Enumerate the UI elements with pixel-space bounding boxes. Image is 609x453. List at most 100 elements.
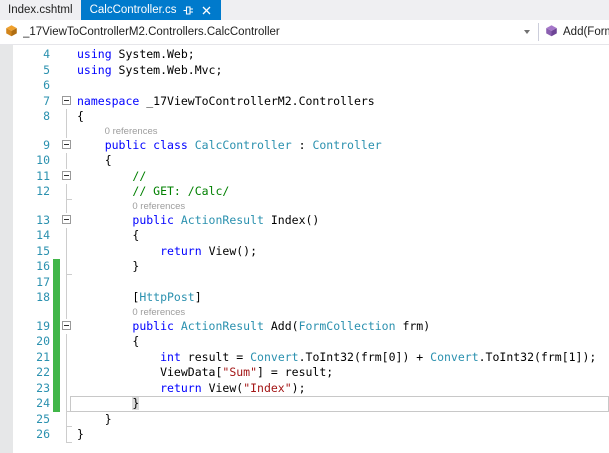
- code-line[interactable]: 13 public ActionResult Index(): [0, 213, 609, 229]
- code-token: FormCollection: [298, 318, 396, 333]
- change-indicator: [53, 244, 60, 260]
- code-line[interactable]: 15 return View();: [0, 243, 609, 260]
- outlining-margin: [60, 274, 74, 291]
- navigation-bar: _17ViewToControllerM2.Controllers.CalcCo…: [0, 20, 609, 45]
- code-text[interactable]: using System.Web;: [74, 47, 609, 63]
- code-line[interactable]: 9 public class CalcController : Controll…: [0, 138, 609, 154]
- tab-calccontroller-cs[interactable]: CalcController.cs: [80, 0, 222, 20]
- code-line[interactable]: 5 using System.Web.Mvc;: [0, 63, 609, 79]
- code-line[interactable]: 18 [HttpPost]: [0, 290, 609, 306]
- code-text[interactable]: return View();: [74, 244, 609, 260]
- code-line[interactable]: 17: [0, 274, 609, 291]
- tab-index-cshtml[interactable]: Index.cshtml: [0, 0, 81, 20]
- code-text[interactable]: public class CalcController : Controller: [74, 138, 609, 154]
- collapse-toggle-icon[interactable]: [62, 96, 71, 106]
- code-text[interactable]: public ActionResult Add(FormCollection f…: [74, 319, 609, 335]
- code-line[interactable]: 19 public ActionResult Add(FormCollectio…: [0, 318, 609, 335]
- code-line[interactable]: 12 // GET: /Calc/: [0, 184, 609, 200]
- change-indicator: [53, 334, 60, 350]
- code-text[interactable]: {: [74, 334, 609, 350]
- code-text[interactable]: {: [74, 153, 609, 169]
- code-text[interactable]: // GET: /Calc/: [74, 184, 609, 200]
- line-number: 20: [36, 334, 50, 348]
- code-text[interactable]: //: [74, 169, 609, 185]
- code-line[interactable]: 14 {: [0, 228, 609, 244]
- collapse-toggle-icon[interactable]: [62, 171, 71, 181]
- change-indicator: [53, 125, 60, 138]
- code-line[interactable]: 8{: [0, 109, 609, 125]
- line-number: 26: [36, 427, 50, 441]
- line-number: 15: [36, 243, 50, 258]
- code-text[interactable]: }: [74, 396, 609, 412]
- code-text[interactable]: namespace _17ViewToControllerM2.Controll…: [74, 94, 609, 110]
- line-number: 4: [43, 47, 50, 61]
- code-line[interactable]: 7 namespace _17ViewToControllerM2.Control…: [0, 94, 609, 110]
- code-line[interactable]: 23 return View("Index");: [0, 380, 609, 397]
- codelens-references[interactable]: 0 references: [74, 200, 609, 213]
- chevron-down-icon[interactable]: [524, 30, 530, 34]
- code-line[interactable]: 6: [0, 78, 609, 94]
- code-line[interactable]: 16 }: [0, 259, 609, 275]
- code-token: //: [132, 168, 147, 183]
- code-text[interactable]: ViewData["Sum"] = result;: [74, 365, 609, 381]
- outlining-margin: [60, 319, 74, 335]
- code-token: _17ViewToControllerM2.Controllers: [146, 93, 375, 108]
- code-text[interactable]: [HttpPost]: [74, 290, 609, 306]
- code-line[interactable]: 11 //: [0, 169, 609, 185]
- collapse-toggle-icon[interactable]: [62, 215, 71, 225]
- close-icon[interactable]: [201, 5, 212, 16]
- line-number: 7: [43, 93, 50, 108]
- code-line[interactable]: 22 ViewData["Sum"] = result;: [0, 365, 609, 381]
- code-text[interactable]: }: [74, 259, 609, 275]
- code-line[interactable]: 20 {: [0, 334, 609, 350]
- outlining-margin: [60, 427, 74, 443]
- code-text[interactable]: }: [74, 427, 609, 443]
- code-line[interactable]: 24 }: [0, 396, 609, 412]
- codelens-references[interactable]: 0 references: [74, 306, 609, 319]
- code-text[interactable]: return View("Index");: [74, 381, 609, 397]
- code-token: [: [77, 290, 140, 304]
- outlining-margin: [60, 365, 74, 381]
- code-text[interactable]: }: [74, 412, 609, 428]
- pin-icon[interactable]: [183, 5, 194, 16]
- code-line[interactable]: 25 }: [0, 411, 609, 428]
- line-number: 6: [43, 78, 50, 92]
- code-text[interactable]: public ActionResult Index(): [74, 213, 609, 229]
- code-text[interactable]: {: [74, 228, 609, 244]
- collapse-toggle-icon[interactable]: [62, 321, 71, 331]
- code-token: ] = result;: [257, 365, 334, 379]
- change-indicator: [53, 213, 60, 229]
- member-selector-dropdown[interactable]: Add(Form: [539, 20, 609, 44]
- code-text[interactable]: {: [74, 109, 609, 125]
- codelens-row[interactable]: 0 references: [0, 199, 609, 213]
- code-editor[interactable]: 4 using System.Web; 5 using System.Web.Mvc;…: [0, 45, 609, 453]
- code-token: ActionResult: [180, 212, 264, 227]
- codelens-row[interactable]: 0 references: [0, 305, 609, 319]
- code-token: frm): [395, 318, 431, 333]
- code-token: System.Web;: [118, 47, 195, 61]
- code-line[interactable]: 21 int result = Convert.ToInt32(frm[0]) …: [0, 349, 609, 366]
- code-token: // GET: /Calc/: [132, 184, 230, 198]
- code-token: {: [77, 109, 84, 123]
- change-indicator: [53, 318, 60, 334]
- change-indicator: [53, 274, 60, 290]
- line-number: 16: [36, 259, 50, 273]
- collapse-toggle-icon[interactable]: [62, 140, 71, 150]
- code-token: "Index": [243, 380, 292, 395]
- code-text[interactable]: using System.Web.Mvc;: [74, 63, 609, 79]
- code-token: HttpPost: [139, 290, 195, 304]
- codelens-references[interactable]: 0 references: [74, 125, 609, 138]
- type-selector-dropdown[interactable]: _17ViewToControllerM2.Controllers.CalcCo…: [0, 20, 538, 44]
- code-text[interactable]: int result = Convert.ToInt32(frm[0]) + C…: [74, 350, 609, 366]
- code-line[interactable]: 10 {: [0, 153, 609, 169]
- code-text[interactable]: [74, 78, 609, 94]
- code-line[interactable]: 26}: [0, 427, 609, 443]
- codelens-row[interactable]: 0 references: [0, 124, 609, 138]
- code-token: );: [291, 380, 306, 395]
- change-indicator: [53, 228, 60, 244]
- code-line[interactable]: 4 using System.Web;: [0, 47, 609, 63]
- code-text[interactable]: [74, 275, 609, 291]
